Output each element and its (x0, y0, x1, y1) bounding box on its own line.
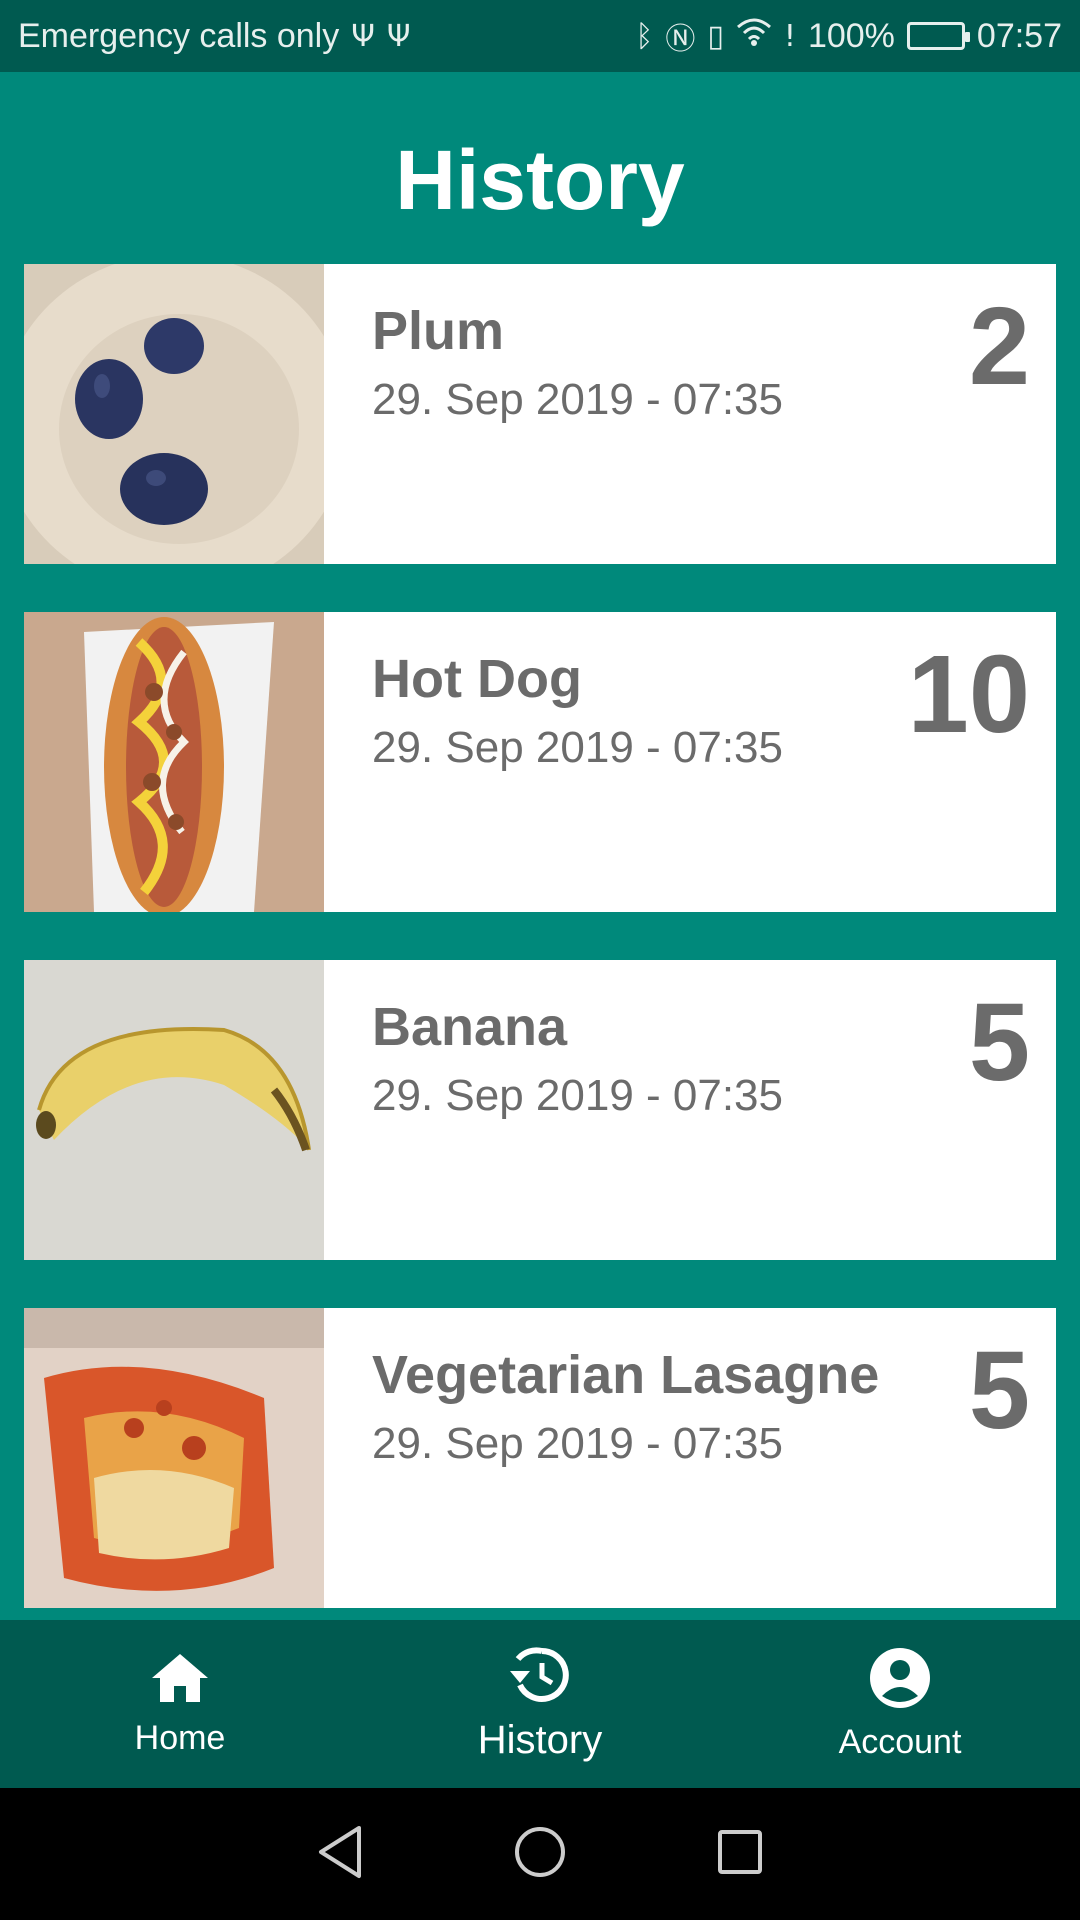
item-score: 2 (968, 285, 1030, 408)
back-button[interactable] (295, 1809, 385, 1899)
plum-image (24, 264, 324, 564)
history-icon (508, 1645, 572, 1710)
home-icon (148, 1650, 212, 1711)
item-name: Vegetarian Lasagne (372, 1345, 880, 1405)
home-nav-button[interactable] (495, 1809, 585, 1899)
item-name: Banana (372, 997, 568, 1057)
bluetooth-icon: ᛒ (635, 18, 654, 54)
nav-home-label: Home (134, 1719, 226, 1757)
history-item[interactable]: Plum 29. Sep 2019 - 07:35 2 (24, 264, 1056, 564)
nav-history[interactable]: History (360, 1620, 720, 1788)
wifi-icon (736, 17, 772, 56)
item-date: 29. Sep 2019 - 07:35 (372, 375, 783, 425)
vibrate-icon: ▯ (707, 18, 724, 54)
item-date: 29. Sep 2019 - 07:35 (372, 1419, 783, 1469)
battery-icon (906, 22, 970, 50)
back-icon (315, 1824, 365, 1885)
item-score: 10 (907, 633, 1030, 756)
system-navigation (0, 1788, 1080, 1920)
history-item[interactable]: Vegetarian Lasagne 29. Sep 2019 - 07:35 … (24, 1308, 1056, 1608)
page-title: History (395, 132, 685, 227)
banana-image (24, 960, 324, 1260)
nav-account-label: Account (838, 1723, 962, 1761)
history-item-body: Vegetarian Lasagne 29. Sep 2019 - 07:35 … (324, 1308, 1056, 1608)
battery-percent: 100% (807, 16, 895, 55)
history-item[interactable]: Hot Dog 29. Sep 2019 - 07:35 10 (24, 612, 1056, 912)
history-item[interactable]: Banana 29. Sep 2019 - 07:35 5 (24, 960, 1056, 1260)
nav-account[interactable]: Account (720, 1620, 1080, 1788)
item-name: Plum (372, 301, 505, 361)
alert-icon: ! (783, 18, 796, 54)
history-item-body: Banana 29. Sep 2019 - 07:35 5 (324, 960, 1056, 1260)
history-item-body: Hot Dog 29. Sep 2019 - 07:35 10 (324, 612, 1056, 912)
account-icon (868, 1646, 932, 1715)
nav-home[interactable]: Home (0, 1620, 360, 1788)
nfc-icon: Ⓝ (665, 22, 696, 57)
hot-dog-image (24, 612, 324, 912)
history-item-body: Plum 29. Sep 2019 - 07:35 2 (324, 264, 1056, 564)
usb-icon: Ψ (386, 18, 411, 54)
recents-button[interactable] (695, 1809, 785, 1899)
item-score: 5 (968, 981, 1030, 1104)
square-icon (716, 1828, 764, 1881)
lasagne-image (24, 1308, 324, 1608)
item-score: 5 (968, 1329, 1030, 1452)
bottom-navigation: Home History Account (0, 1620, 1080, 1788)
nav-history-label: History (477, 1718, 603, 1762)
clock: 07:57 (976, 16, 1062, 55)
item-date: 29. Sep 2019 - 07:35 (372, 1071, 783, 1121)
usb-icon: Ψ (351, 18, 375, 54)
status-bar: Emergency calls only Ψ Ψ ᛒ Ⓝ ▯ ! 100% 07… (0, 0, 1080, 72)
carrier-text: Emergency calls only (18, 16, 340, 55)
app-header: History (0, 72, 1080, 264)
circle-icon (513, 1825, 567, 1884)
history-list: Plum 29. Sep 2019 - 07:35 2 Hot Dog 29. … (24, 264, 1056, 1656)
